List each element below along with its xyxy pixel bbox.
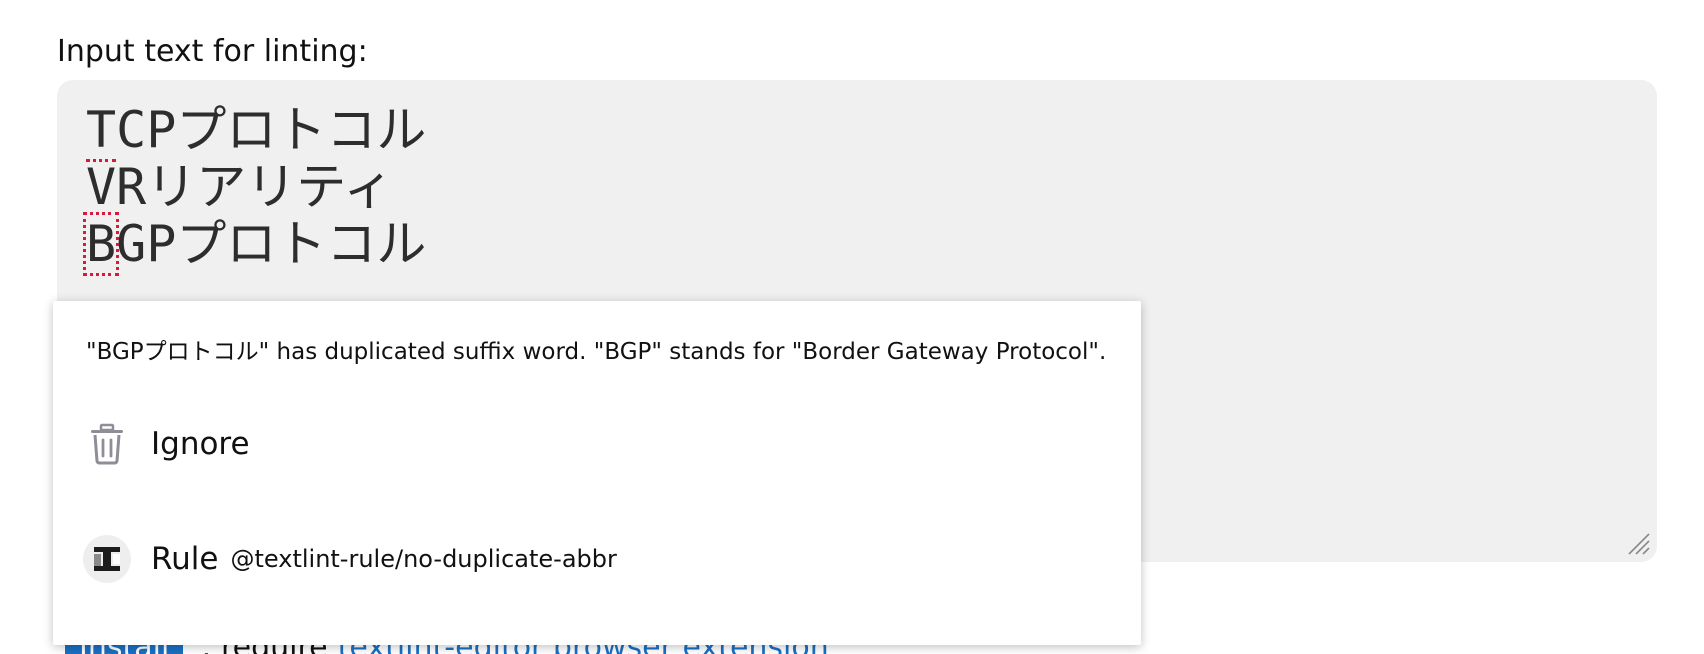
rule-name: @textlint-rule/no-duplicate-abbr [230,545,617,573]
page: Input text for linting: TCPプロトコル VRリアリティ… [0,0,1704,654]
textlint-logo-icon [83,535,131,583]
ignore-button[interactable]: Ignore [83,419,250,469]
lint-error-popup: "BGPプロトコル" has duplicated suffix word. "… [53,301,1141,645]
editor-line-2: VRリアリティ [86,158,394,216]
resize-handle-icon[interactable] [1627,532,1651,556]
input-label: Input text for linting: [57,34,368,69]
lint-message: "BGPプロトコル" has duplicated suffix word. "… [86,339,1107,365]
trash-icon [83,420,131,468]
editor-line-1: TCPプロトコル [86,101,1657,162]
rule-info: Rule @textlint-rule/no-duplicate-abbr [83,534,617,584]
ignore-label: Ignore [151,426,250,462]
lint-error-marker[interactable]: T [86,101,117,162]
lint-error-marker-active[interactable]: B [82,212,120,276]
editor-line-text: CPプロトコル [116,101,427,159]
editor-line-3: BGPプロトコル [82,212,1657,276]
rule-label: Rule [151,541,219,577]
editor-line-text: GPプロトコル [116,215,427,273]
